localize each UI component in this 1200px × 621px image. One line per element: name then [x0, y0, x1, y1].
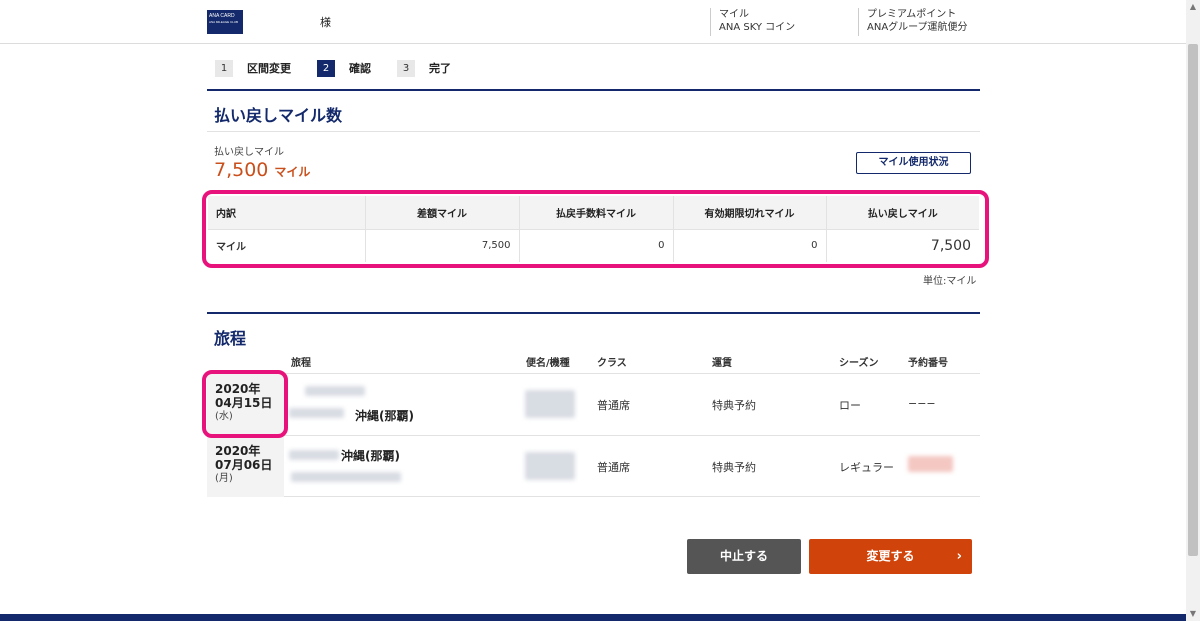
table-cell: 7,500	[826, 228, 979, 262]
table-cell: マイル	[208, 228, 366, 262]
scroll-thumb[interactable]	[1188, 44, 1198, 556]
date-day: 07月06日	[215, 458, 273, 472]
seat-class: 普通席	[597, 399, 630, 412]
table-cell: 0	[673, 228, 827, 262]
change-button-label: 変更する	[866, 549, 915, 563]
ana-card-logo[interactable]: ANA CARD ANA MILEAGE CLUB	[207, 10, 243, 34]
step-number: 2	[317, 59, 335, 77]
flight-date: 2020年 07月06日 (月)	[207, 436, 284, 497]
destination: 沖縄(那覇)	[341, 449, 400, 463]
column-header: 払い戻しマイル	[867, 208, 938, 220]
step-label: 区間変更	[247, 62, 291, 75]
premium-points-summary: プレミアムポイント ANAグループ運航便分	[858, 8, 998, 36]
column-header: シーズン	[839, 358, 879, 369]
refund-miles-value: 7,500 マイル	[214, 159, 310, 181]
site-header: ANA CARD ANA MILEAGE CLUB 様 マイル ANA SKY …	[0, 0, 1186, 44]
change-button[interactable]: 変更する ›	[809, 539, 972, 574]
step-number: 3	[397, 59, 415, 77]
table-row: 2020年 07月06日 (月) 沖縄(那覇) 普通席 特典予約 レギュラー	[207, 435, 980, 497]
date-day: 04月15日	[215, 396, 273, 410]
table-header-row: 内訳 差額マイル 払戻手数料マイル 有効期限切れマイル 払い戻しマイル	[208, 196, 979, 229]
coin-label: ANA SKY コイン	[719, 22, 796, 33]
date-year: 2020年	[215, 444, 261, 458]
destination: 沖縄(那覇)	[355, 409, 414, 423]
season: ロー	[839, 399, 861, 412]
table-cell: 0	[519, 228, 674, 262]
redacted-origin	[289, 450, 339, 460]
miles-label: マイル	[719, 9, 749, 20]
mile-usage-button[interactable]: マイル使用状況	[856, 152, 971, 174]
column-header: 旅程	[291, 358, 311, 369]
step-3: 3 完了	[397, 59, 451, 77]
chevron-right-icon: ›	[956, 549, 962, 564]
redacted-flight-number	[525, 390, 575, 418]
reservation-number: −−−	[908, 397, 936, 410]
refund-miles-label: 払い戻しマイル	[214, 147, 284, 158]
step-label: 完了	[429, 62, 451, 75]
section-divider	[207, 312, 980, 314]
column-header: 運賃	[712, 358, 732, 369]
column-header: 予約番号	[908, 358, 948, 369]
fare-type: 特典予約	[712, 399, 756, 412]
column-header: 内訳	[208, 196, 366, 229]
refund-breakdown-table: 内訳 差額マイル 払戻手数料マイル 有効期限切れマイル 払い戻しマイル マイル …	[208, 196, 979, 262]
column-header: クラス	[597, 358, 627, 369]
scroll-down-arrow-icon[interactable]: ▼	[1186, 607, 1200, 621]
redacted-route	[291, 472, 401, 482]
column-header: 払戻手数料マイル	[519, 196, 674, 229]
footer-bar	[0, 614, 1186, 621]
column-header: 有効期限切れマイル	[673, 196, 827, 229]
refund-miles-unit: マイル	[274, 165, 311, 179]
date-weekday: (水)	[215, 411, 233, 422]
step-label: 確認	[349, 62, 371, 75]
step-number: 1	[215, 59, 233, 77]
column-header: 差額マイル	[365, 196, 520, 229]
logo-sub: ANA MILEAGE CLUB	[209, 20, 239, 24]
page-scrollbar[interactable]: ▲ ▼	[1186, 0, 1200, 621]
redacted-route	[289, 408, 344, 418]
redacted-origin	[305, 386, 365, 396]
seat-class: 普通席	[597, 461, 630, 474]
table-row: 2020年 04月15日 (水) 沖縄(那覇) 普通席 特典予約 ロー −−−	[207, 373, 980, 435]
group-label: ANAグループ運航便分	[867, 22, 968, 33]
miles-summary: マイル ANA SKY コイン	[710, 8, 850, 36]
fare-type: 特典予約	[712, 461, 756, 474]
scroll-up-arrow-icon[interactable]: ▲	[1186, 0, 1200, 14]
step-2: 2 確認	[317, 59, 371, 77]
column-header: 便名/機種	[526, 358, 570, 369]
divider	[207, 131, 980, 132]
section-divider	[207, 89, 980, 91]
redacted-reservation-number	[908, 456, 953, 472]
cancel-button[interactable]: 中止する	[687, 539, 801, 574]
date-weekday: (月)	[215, 473, 233, 484]
member-name-suffix: 様	[320, 16, 331, 29]
redacted-flight-number	[525, 452, 575, 480]
step-indicator: 1 区間変更 2 確認 3 完了	[215, 59, 477, 77]
step-1: 1 区間変更	[215, 59, 291, 77]
table-row: マイル 7,500 0 0 7,500	[208, 228, 979, 262]
refund-section-title: 払い戻しマイル数	[214, 106, 343, 125]
refund-miles-number: 7,500	[214, 159, 269, 181]
premium-label: プレミアムポイント	[867, 9, 957, 20]
date-year: 2020年	[215, 382, 261, 396]
unit-note: 単位:マイル	[923, 276, 977, 287]
table-cell: 7,500	[365, 228, 520, 262]
season: レギュラー	[839, 461, 894, 474]
flight-date: 2020年 04月15日 (水)	[207, 374, 284, 435]
itinerary-section-title: 旅程	[214, 329, 247, 348]
